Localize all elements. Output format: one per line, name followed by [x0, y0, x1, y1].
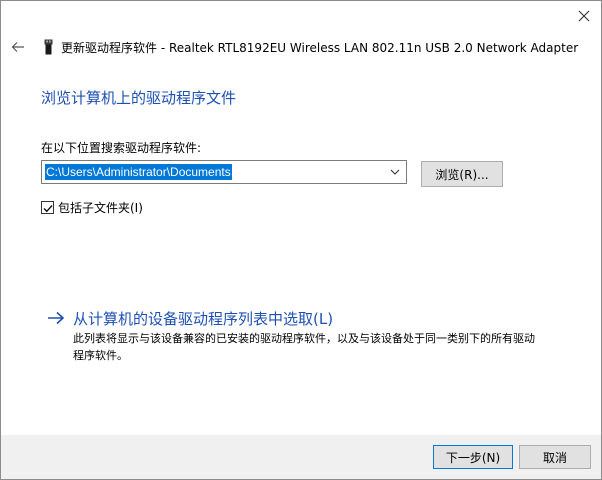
back-button[interactable]	[9, 38, 27, 56]
path-input-value[interactable]: C:\Users\Administrator\Documents	[45, 164, 232, 180]
dialog-footer: 下一步(N) 取消	[1, 435, 601, 479]
next-button[interactable]: 下一步(N)	[433, 445, 513, 469]
pick-from-list-description: 此列表将显示与该设备兼容的已安装的驱动程序软件，以及与该设备处于同一类别下的所有…	[73, 332, 535, 362]
arrow-right-icon	[47, 310, 65, 326]
close-icon	[578, 7, 590, 26]
browse-button[interactable]: 浏览(R)...	[421, 161, 503, 187]
header: 更新驱动程序软件 - Realtek RTL8192EU Wireless LA…	[9, 35, 578, 59]
cancel-button[interactable]: 取消	[519, 445, 591, 469]
path-combobox[interactable]: C:\Users\Administrator\Documents	[41, 160, 407, 184]
back-arrow-icon	[11, 38, 25, 57]
pick-from-list-title[interactable]: 从计算机的设备驱动程序列表中选取(L)	[73, 308, 333, 329]
pick-from-list-link[interactable]: 从计算机的设备驱动程序列表中选取(L)	[47, 306, 333, 330]
include-subfolders-checkbox[interactable]	[41, 198, 54, 217]
update-driver-window: 更新驱动程序软件 - Realtek RTL8192EU Wireless LA…	[0, 0, 602, 480]
include-subfolders-row[interactable]: 包括子文件夹(I)	[41, 199, 143, 215]
search-location-label: 在以下位置搜索驱动程序软件:	[41, 141, 202, 155]
chevron-down-icon[interactable]	[386, 163, 404, 181]
usb-device-icon	[43, 39, 53, 55]
window-title: 更新驱动程序软件 - Realtek RTL8192EU Wireless LA…	[61, 40, 579, 55]
checkmark-icon	[43, 198, 53, 217]
include-subfolders-label: 包括子文件夹(I)	[58, 200, 143, 215]
page-title: 浏览计算机上的驱动程序文件	[41, 89, 237, 107]
close-button[interactable]	[567, 1, 601, 31]
